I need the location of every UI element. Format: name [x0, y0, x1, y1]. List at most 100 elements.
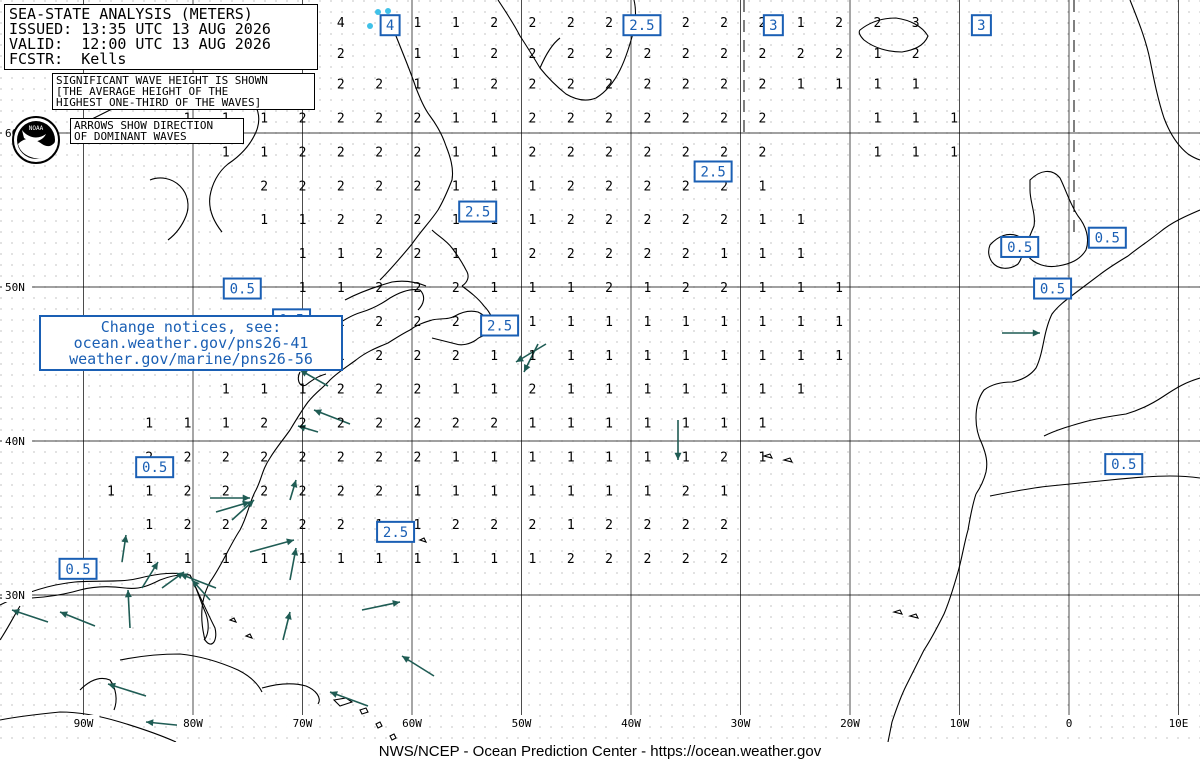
wave-height-value: 2	[682, 78, 690, 93]
wave-height-value: 1	[529, 552, 537, 567]
lat-label: 30N	[5, 589, 25, 602]
wave-height-value: 1	[452, 16, 460, 31]
lon-label: 50W	[512, 717, 532, 730]
change-notice-link-pns26-56[interactable]: weather.gov/marine/pns26-56	[41, 351, 341, 367]
wave-height-value: 1	[567, 518, 575, 533]
wave-height-value: 1	[452, 47, 460, 62]
wave-height-value: 2	[337, 383, 345, 398]
wave-height-value: 1	[529, 281, 537, 296]
wave-height-value: 2	[567, 47, 575, 62]
wave-height-value: 2	[375, 383, 383, 398]
wave-height-value: 1	[605, 484, 613, 499]
wave-height-value: 1	[950, 112, 958, 127]
wave-height-value: 2	[529, 16, 537, 31]
wave-height-value: 1	[567, 484, 575, 499]
wave-height-value: 1	[260, 552, 268, 567]
wave-height-value: 1	[145, 484, 153, 499]
wave-height-value: 1	[567, 383, 575, 398]
wave-height-value: 2	[299, 145, 307, 160]
wave-height-value: 1	[644, 315, 652, 330]
wave-height-value: 1	[184, 552, 192, 567]
note-line: HIGHEST ONE-THIRD OF THE WAVES]	[56, 96, 262, 109]
wave-height-value: 1	[337, 552, 345, 567]
wave-height-value: 1	[299, 247, 307, 262]
wave-height-value: 2	[644, 247, 652, 262]
boxed-value: 2.5	[700, 165, 725, 181]
wave-height-value: 2	[490, 417, 498, 432]
wave-height-value: 2	[758, 112, 766, 127]
wave-height-value: 2	[299, 179, 307, 194]
wave-height-value: 1	[797, 383, 805, 398]
arrows-note: ARROWS SHOW DIRECTION OF DOMINANT WAVES	[70, 118, 244, 144]
wave-height-value: 2	[452, 349, 460, 364]
wave-height-value: 2	[414, 417, 422, 432]
wave-height-value: 2	[529, 78, 537, 93]
wave-height-value: 1	[567, 281, 575, 296]
wave-height-value: 1	[567, 349, 575, 364]
wave-height-value: 2	[682, 552, 690, 567]
wave-height-value: 2	[375, 179, 383, 194]
wave-height-value: 2	[299, 484, 307, 499]
wave-height-value: 2	[375, 247, 383, 262]
wave-height-value: 1	[758, 281, 766, 296]
wave-height-value: 2	[567, 112, 575, 127]
wave-height-value: 1	[835, 78, 843, 93]
wave-height-value: 2	[758, 145, 766, 160]
wave-height-value: 1	[758, 383, 766, 398]
wave-height-value: 1	[452, 112, 460, 127]
sea-ice-marker	[375, 9, 381, 15]
sea-state-chart: 1 1 2 2 4 1 1 2 2 2 2 2 2 2 2 1 2 2 3 1 1 2 2 2 2 1 1 2 2 2 2 2 2 2 2 2 2 1 2 1…	[0, 0, 1200, 764]
wave-height-value: 2	[605, 518, 613, 533]
change-notice-link-pns26-41[interactable]: ocean.weather.gov/pns26-41	[41, 335, 341, 351]
footer-credit[interactable]: NWS/NCEP - Ocean Prediction Center - htt…	[0, 742, 1200, 764]
lon-label: 0	[1066, 717, 1073, 730]
wave-height-value: 1	[299, 552, 307, 567]
wave-height-value: 2	[605, 281, 613, 296]
wave-height-value: 1	[452, 247, 460, 262]
boxed-value: 0.5	[1007, 240, 1032, 256]
wave-height-value: 2	[529, 145, 537, 160]
lat-label: 40N	[5, 435, 25, 448]
wave-height-value: 1	[145, 417, 153, 432]
wave-height-value: 2	[644, 78, 652, 93]
wave-height-value: 1	[452, 78, 460, 93]
wave-height-value: 1	[145, 518, 153, 533]
wave-height-value: 2	[758, 78, 766, 93]
wave-height-value: 1	[797, 281, 805, 296]
wave-height-value: 2	[337, 47, 345, 62]
wave-height-value: 2	[605, 47, 613, 62]
wave-height-value: 1	[758, 349, 766, 364]
wave-height-value: 2	[414, 349, 422, 364]
wave-height-value: 2	[912, 47, 920, 62]
change-notice-box[interactable]: Change notices, see: ocean.weather.gov/p…	[39, 315, 343, 371]
wave-height-value: 2	[720, 47, 728, 62]
wave-height-value: 2	[720, 518, 728, 533]
wave-height-value: 1	[682, 315, 690, 330]
forecaster: FCSTR: Kells	[9, 50, 127, 68]
wave-height-value: 1	[337, 281, 345, 296]
wave-height-value: 2	[375, 484, 383, 499]
wave-height-value: 2	[260, 518, 268, 533]
wave-height-value: 2	[452, 315, 460, 330]
wave-height-value: 1	[720, 417, 728, 432]
boxed-value: 4	[386, 18, 394, 34]
lon-label: 60W	[402, 717, 422, 730]
wave-height-value: 2	[414, 383, 422, 398]
dot-grid	[0, 0, 1200, 742]
wave-height-value: 2	[682, 213, 690, 228]
wave-height-value: 1	[452, 179, 460, 194]
wave-height-value: 1	[529, 417, 537, 432]
wave-height-value: 2	[222, 450, 230, 465]
boxed-value: 2.5	[629, 18, 654, 34]
wave-height-value: 1	[758, 450, 766, 465]
wave-height-value: 1	[835, 281, 843, 296]
wave-height-value: 2	[605, 179, 613, 194]
wave-height-value: 2	[260, 484, 268, 499]
wave-height-value: 1	[644, 484, 652, 499]
wave-height-value: 2	[682, 281, 690, 296]
wave-height-value: 1	[490, 349, 498, 364]
wave-height-value: 1	[605, 417, 613, 432]
wave-height-value: 1	[260, 383, 268, 398]
wave-height-value: 2	[452, 417, 460, 432]
wave-height-value: 2	[414, 145, 422, 160]
